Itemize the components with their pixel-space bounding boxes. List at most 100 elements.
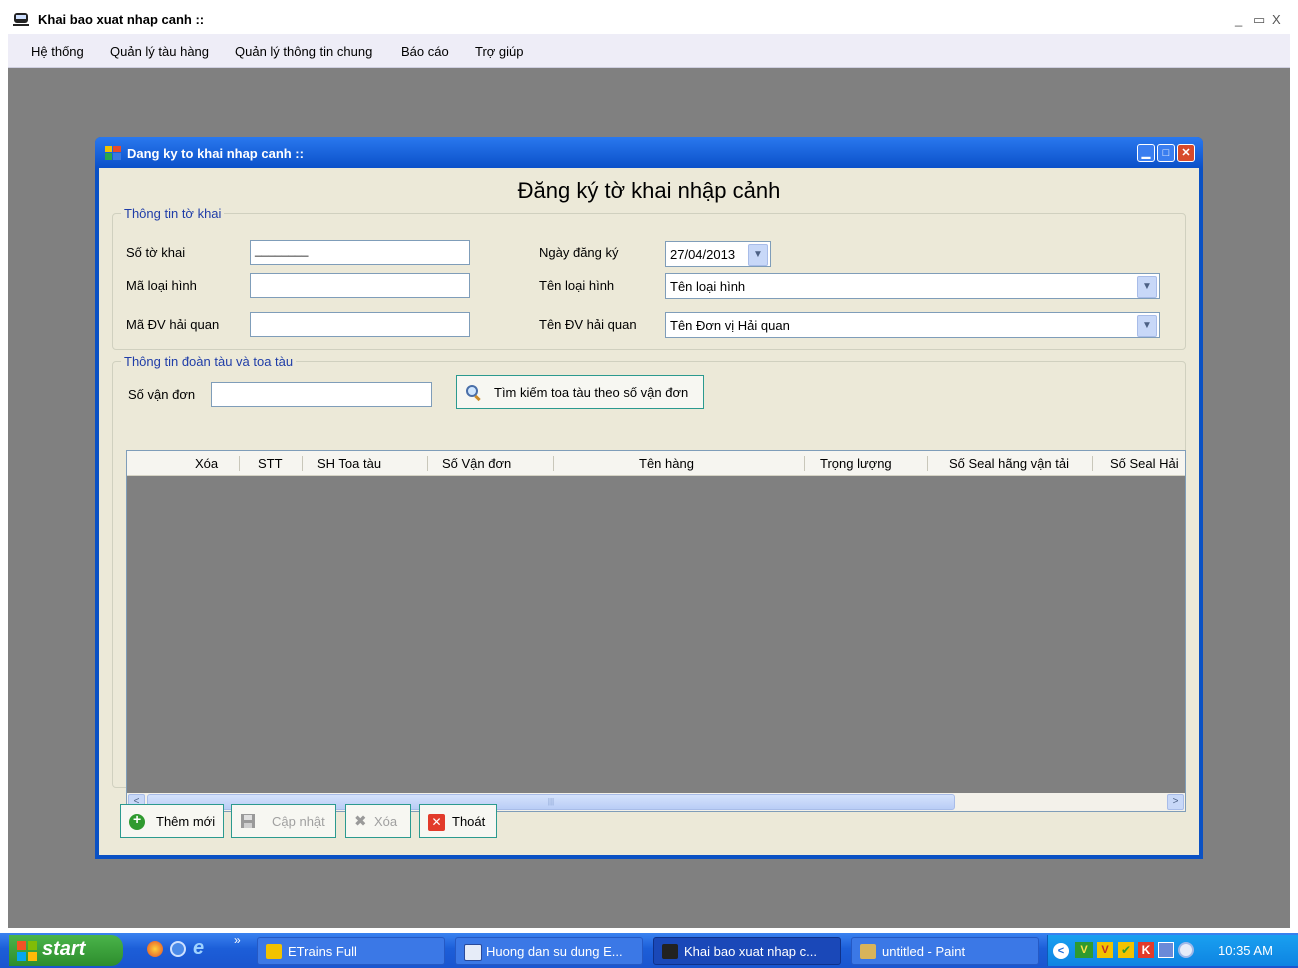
quicklaunch-chevron[interactable]: »: [234, 933, 241, 947]
app-title: Khai bao xuat nhap canh ::: [38, 12, 205, 27]
windows-logo-icon: [17, 941, 37, 961]
child-window: Dang ky to khai nhap canh :: ▁ □ ✕ Đăng …: [95, 137, 1203, 859]
train-icon: [13, 13, 29, 26]
col-divider: [927, 456, 928, 471]
ten-dv-hai-quan-label: Tên ĐV hải quan: [539, 317, 637, 332]
child-minimize-button[interactable]: ▁: [1137, 144, 1155, 162]
exit-button-label: Thoát: [452, 814, 486, 829]
ma-loai-hinh-input[interactable]: [250, 273, 470, 298]
menu-tro-giup[interactable]: Trợ giúp: [475, 44, 524, 59]
task-etrains-full[interactable]: ETrains Full: [257, 937, 445, 965]
col-so-seal-hai-quan[interactable]: Số Seal Hải: [1110, 456, 1179, 471]
task-khai-bao-active[interactable]: Khai bao xuat nhap c...: [653, 937, 841, 965]
scroll-right-button[interactable]: >: [1167, 794, 1184, 810]
form-icon: [105, 146, 121, 160]
update-button[interactable]: Cập nhật: [231, 804, 336, 838]
save-icon: [241, 814, 255, 828]
ngay-dang-ky-picker[interactable]: 27/04/2013 ▼: [665, 241, 771, 267]
system-tray: < V V ✔ K 10:35 AM: [1047, 935, 1298, 966]
menu-quan-ly-tau-hang[interactable]: Quản lý tàu hàng: [110, 44, 209, 59]
form-heading: Đăng ký tờ khai nhập cảnh: [517, 178, 781, 203]
clock[interactable]: 10:35 AM: [1218, 943, 1273, 958]
col-ten-hang[interactable]: Tên hàng: [639, 456, 694, 471]
col-divider: [427, 456, 428, 471]
task-label: Huong dan su dung E...: [486, 944, 623, 959]
update-button-label: Cập nhật: [272, 814, 325, 829]
ten-dv-hai-quan-select[interactable]: Tên Đơn vị Hải quan ▼: [665, 312, 1160, 338]
paint-icon: [860, 944, 876, 959]
so-to-khai-value: ________: [255, 243, 309, 257]
task-label: ETrains Full: [288, 944, 357, 959]
col-divider: [302, 456, 303, 471]
task-huong-dan[interactable]: Huong dan su dung E...: [455, 937, 643, 965]
delete-x-icon: ✖: [354, 813, 367, 830]
menu-he-thong[interactable]: Hệ thống: [31, 44, 84, 59]
close-red-icon: ✕: [428, 814, 445, 831]
form-body: Đăng ký tờ khai nhập cảnh Thông tin tờ k…: [99, 168, 1199, 855]
search-icon: [466, 385, 481, 402]
task-label: Khai bao xuat nhap c...: [684, 944, 817, 959]
search-toa-tau-button[interactable]: Tìm kiếm toa tàu theo số vận đơn: [456, 375, 704, 409]
internet-explorer-icon[interactable]: e: [193, 937, 204, 960]
col-so-van-don[interactable]: Số Vận đơn: [442, 456, 511, 471]
exit-button[interactable]: ✕ Thoát: [419, 804, 497, 838]
ten-loai-hinh-select[interactable]: Tên loại hình ▼: [665, 273, 1160, 299]
plus-glyph: +: [133, 811, 142, 827]
train-icon: [662, 944, 678, 959]
col-so-seal-hang-van-tai[interactable]: Số Seal hãng vận tải: [949, 456, 1069, 471]
child-titlebar[interactable]: Dang ky to khai nhap canh :: ▁ □ ✕: [95, 137, 1203, 169]
col-xoa[interactable]: Xóa: [195, 456, 218, 471]
unikey-icon[interactable]: V: [1097, 942, 1113, 958]
chevron-down-icon[interactable]: ▼: [1137, 315, 1157, 337]
menu-quan-ly-thong-tin-chung[interactable]: Quản lý thông tin chung: [235, 44, 372, 59]
col-trong-luong[interactable]: Trọng lượng: [820, 456, 892, 471]
chevron-down-icon[interactable]: ▼: [748, 244, 768, 266]
add-button-label: Thêm mới: [156, 814, 216, 829]
start-button[interactable]: start: [9, 935, 123, 966]
col-divider: [239, 456, 240, 471]
minimize-button[interactable]: _: [1235, 12, 1242, 27]
col-sh-toa-tau[interactable]: SH Toa tàu: [317, 456, 381, 471]
app-titlebar: Khai bao xuat nhap canh :: _ ▭ X: [8, 8, 1290, 34]
network-icon[interactable]: [1158, 942, 1174, 958]
so-van-don-label: Số vận đơn: [128, 387, 196, 402]
so-to-khai-input[interactable]: ________: [250, 240, 470, 265]
add-button[interactable]: + Thêm mới: [120, 804, 224, 838]
group1-legend: Thông tin tờ khai: [124, 206, 222, 221]
vietkey-icon[interactable]: V: [1075, 942, 1093, 958]
word-doc-icon: [464, 944, 482, 961]
taskbar: start e » ETrains Full Huong dan su dung…: [0, 933, 1298, 968]
chevron-down-icon[interactable]: ▼: [1137, 276, 1157, 298]
ma-loai-hinh-label: Mã loại hình: [126, 278, 197, 293]
browser-icon[interactable]: [170, 941, 186, 957]
delete-button-label: Xóa: [374, 814, 398, 829]
ten-dv-hai-quan-value: Tên Đơn vị Hải quan: [670, 318, 790, 333]
menu-bao-cao[interactable]: Báo cáo: [401, 44, 449, 59]
task-label: untitled - Paint: [882, 944, 966, 959]
col-stt[interactable]: STT: [258, 456, 283, 471]
task-paint[interactable]: untitled - Paint: [851, 937, 1039, 965]
tray-expand-icon[interactable]: <: [1053, 943, 1069, 959]
ten-loai-hinh-value: Tên loại hình: [670, 279, 746, 294]
data-grid[interactable]: Xóa STT SH Toa tàu Số Vận đơn Tên hàng T…: [126, 450, 1186, 812]
restore-button[interactable]: ▭: [1253, 12, 1265, 28]
start-label: start: [42, 938, 86, 960]
antivirus-icon[interactable]: K: [1138, 942, 1154, 958]
menu-bar: Hệ thống Quản lý tàu hàng Quản lý thông …: [8, 34, 1290, 68]
ten-loai-hinh-label: Tên loại hình: [539, 278, 615, 293]
chrome-icon[interactable]: [147, 941, 163, 957]
ma-dv-hai-quan-input[interactable]: [250, 312, 470, 337]
delete-button[interactable]: ✖ Xóa: [345, 804, 411, 838]
check-shield-icon[interactable]: ✔: [1118, 942, 1134, 958]
volume-icon[interactable]: [1178, 942, 1194, 958]
so-van-don-input[interactable]: [211, 382, 432, 407]
folder-icon: [266, 944, 282, 959]
so-to-khai-label: Số tờ khai: [126, 245, 186, 260]
search-button-label: Tìm kiếm toa tàu theo số vận đơn: [494, 385, 689, 400]
close-button[interactable]: X: [1272, 12, 1281, 27]
child-maximize-button[interactable]: □: [1157, 144, 1175, 162]
col-divider: [1092, 456, 1093, 471]
ngay-dang-ky-label: Ngày đăng ký: [539, 245, 619, 260]
child-close-button[interactable]: ✕: [1177, 144, 1195, 162]
group2-legend: Thông tin đoàn tàu và toa tàu: [124, 354, 294, 369]
